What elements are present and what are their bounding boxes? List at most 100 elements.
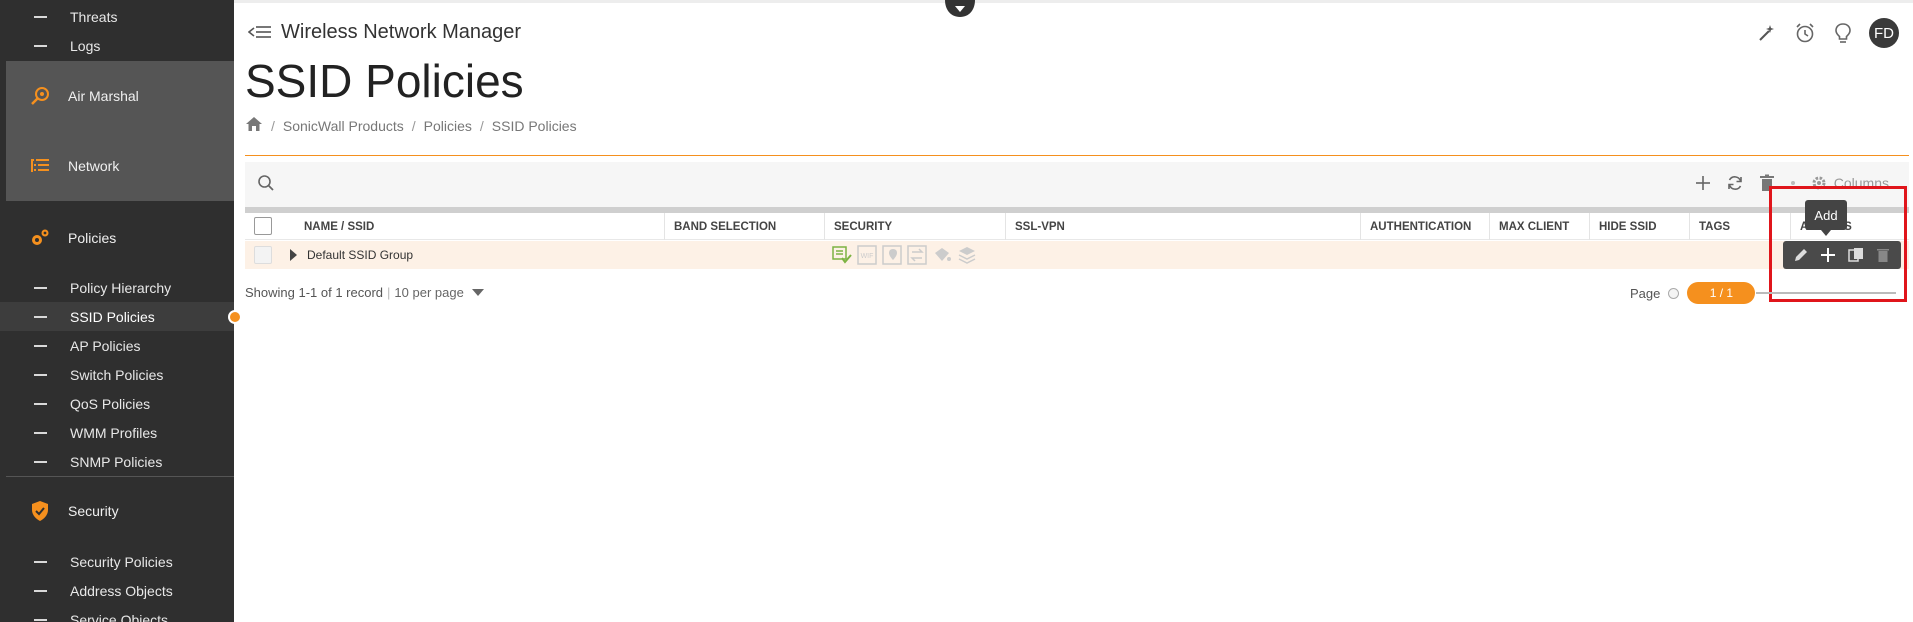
location-icon	[882, 245, 902, 265]
refresh-button[interactable]	[1724, 172, 1746, 194]
column-header[interactable]: HIDE SSID	[1589, 213, 1657, 240]
column-header[interactable]: BAND SELECTION	[664, 213, 776, 240]
security-enabled-icon	[832, 245, 852, 265]
sidebar-item-label: AP Policies	[70, 337, 141, 354]
sidebar-item-label: Service Objects	[70, 611, 169, 622]
column-header[interactable]: SSL-VPN	[1005, 213, 1065, 240]
add-button[interactable]	[1692, 172, 1714, 194]
sidebar-item-ssid-policies[interactable]: SSID Policies	[0, 302, 234, 331]
magic-wand-icon[interactable]	[1755, 21, 1779, 45]
row-name: Default SSID Group	[307, 248, 414, 262]
collapse-menu-button[interactable]	[247, 22, 272, 42]
title-underline	[245, 155, 1909, 156]
sidebar-section-label: Policies	[68, 230, 117, 246]
sidebar-item-label: SNMP Policies	[70, 453, 163, 470]
breadcrumb-item[interactable]: Policies	[424, 118, 472, 134]
wifi-tag-icon: WIF	[857, 245, 877, 265]
sidebar-item-logs[interactable]: Logs	[0, 31, 234, 60]
dash-icon	[34, 460, 47, 463]
sidebar: Threats Logs Air Marshal Network Policie…	[0, 0, 234, 622]
records-count: Showing 1-1 of 1 record	[245, 285, 384, 300]
dash-icon	[34, 373, 47, 376]
dash-icon	[34, 315, 47, 318]
home-icon[interactable]	[245, 116, 263, 135]
dash-icon	[34, 589, 47, 592]
app-root: Threats Logs Air Marshal Network Policie…	[0, 0, 1913, 622]
page-title: SSID Policies	[245, 55, 524, 107]
alarm-clock-icon[interactable]	[1793, 21, 1817, 45]
sidebar-item-label: Policy Hierarchy	[70, 279, 172, 296]
app-title: Wireless Network Manager	[281, 21, 522, 43]
dash-icon	[34, 15, 47, 18]
menu-collapse-icon	[247, 26, 271, 38]
dash-icon	[34, 560, 47, 563]
sidebar-item-snmp-policies[interactable]: SNMP Policies	[0, 447, 234, 476]
page-slider-track[interactable]	[1756, 292, 1896, 294]
refresh-icon	[1727, 176, 1742, 190]
sidebar-item-policy-hierarchy[interactable]: Policy Hierarchy	[0, 273, 234, 302]
table-toolbar: Columns	[245, 162, 1909, 207]
plus-icon	[1695, 176, 1710, 190]
sidebar-item-label: Address Objects	[70, 582, 173, 599]
pagination-summary: Showing 1-1 of 1 record | 10 per page	[245, 285, 484, 300]
network-list-icon	[28, 154, 52, 178]
sidebar-item-ap-policies[interactable]: AP Policies	[0, 331, 234, 360]
sidebar-item-label: Security Policies	[70, 553, 173, 570]
dash-icon	[34, 286, 47, 289]
search-icon[interactable]	[257, 174, 277, 194]
breadcrumb-item[interactable]: SonicWall Products	[283, 118, 404, 134]
policies-gear-icon	[28, 226, 52, 250]
expand-header-button[interactable]	[945, 0, 975, 20]
shield-icon	[28, 499, 52, 523]
sidebar-item-label: Logs	[70, 37, 101, 54]
avatar[interactable]: FD	[1869, 18, 1899, 48]
dash-icon	[34, 431, 47, 434]
active-indicator-dot	[228, 310, 242, 324]
sidebar-item-security-policies[interactable]: Security Policies	[0, 547, 234, 576]
sidebar-item-address-objects[interactable]: Address Objects	[0, 576, 234, 605]
sidebar-item-threats[interactable]: Threats	[0, 2, 234, 31]
chevron-down-icon[interactable]	[471, 289, 484, 296]
sidebar-item-label: Threats	[70, 8, 118, 25]
row-checkbox[interactable]	[254, 246, 272, 264]
column-header[interactable]: NAME / SSID	[295, 213, 374, 240]
dash-icon	[34, 344, 47, 347]
select-all-checkbox[interactable]	[254, 217, 272, 235]
sidebar-item-wmm-profiles[interactable]: WMM Profiles	[0, 418, 234, 447]
sidebar-item-qos-policies[interactable]: QoS Policies	[0, 389, 234, 418]
column-header[interactable]: AUTHENTICATION	[1360, 213, 1471, 240]
bucket-icon	[932, 245, 952, 265]
lightbulb-icon[interactable]	[1831, 21, 1855, 45]
dash-icon	[34, 618, 47, 621]
column-header[interactable]: SECURITY	[824, 213, 892, 240]
transfer-icon	[907, 245, 927, 265]
dash-icon	[34, 402, 47, 405]
header-actions: FD	[1755, 18, 1899, 48]
sidebar-item-label: Switch Policies	[70, 366, 164, 383]
sidebar-item-network[interactable]: Network	[6, 131, 234, 201]
sidebar-item-label: WMM Profiles	[70, 424, 158, 441]
chevron-down-icon	[945, 0, 975, 17]
sidebar-section-label: Security	[68, 503, 119, 519]
layers-icon	[957, 245, 977, 265]
sidebar-item-switch-policies[interactable]: Switch Policies	[0, 360, 234, 389]
breadcrumb-separator: /	[271, 117, 275, 134]
annotation-highlight-box	[1769, 186, 1907, 302]
sidebar-section-security[interactable]: Security	[0, 490, 234, 532]
table-row[interactable]: Default SSID Group WIF	[245, 241, 1909, 269]
sidebar-item-label: QoS Policies	[70, 395, 151, 412]
column-header[interactable]: MAX CLIENT	[1489, 213, 1569, 240]
page-first-dot[interactable]	[1668, 287, 1680, 299]
expand-caret-icon[interactable]	[290, 249, 297, 261]
breadcrumb-separator: /	[479, 117, 484, 134]
sidebar-item-service-objects[interactable]: Service Objects	[0, 605, 234, 622]
sidebar-item-air-marshal[interactable]: Air Marshal	[6, 61, 234, 131]
page-indicator[interactable]: 1 / 1	[1687, 282, 1756, 304]
table-header: NAME / SSID BAND SELECTION SECURITY SSL-…	[245, 213, 1909, 240]
column-header[interactable]: TAGS	[1689, 213, 1730, 240]
dash-icon	[34, 44, 47, 47]
breadcrumb: / SonicWall Products / Policies / SSID P…	[245, 116, 577, 135]
sidebar-section-policies[interactable]: Policies	[0, 217, 234, 259]
footer-separator: |	[387, 285, 391, 300]
per-page-select[interactable]: 10 per page	[394, 285, 463, 300]
